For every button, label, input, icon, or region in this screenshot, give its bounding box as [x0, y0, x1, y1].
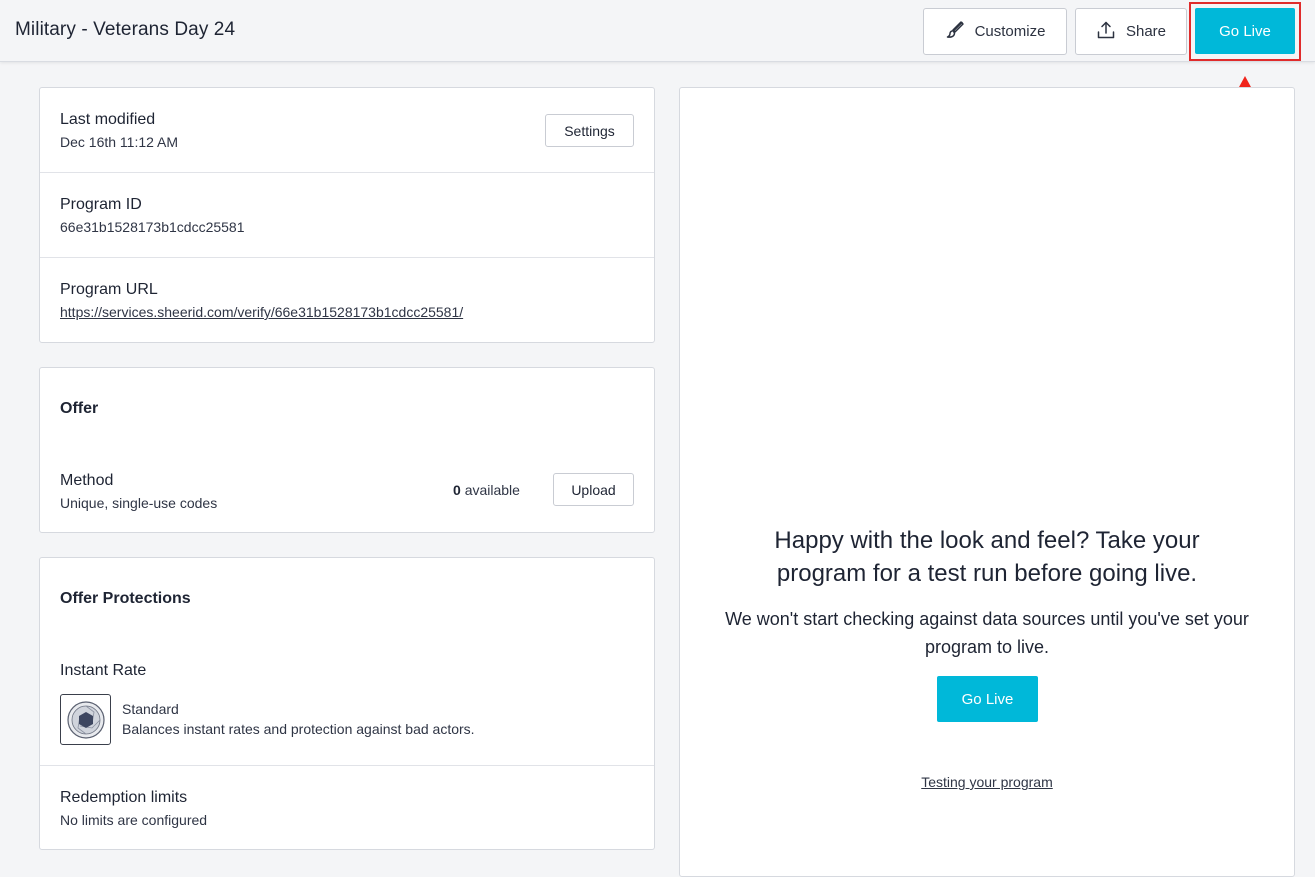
go-live-button-top[interactable]: Go Live [1195, 8, 1295, 54]
preview-panel: Happy with the look and feel? Take your … [679, 87, 1295, 877]
available-count: 0 [453, 482, 461, 498]
redemption-limits-value: No limits are configured [60, 812, 208, 828]
program-url-link[interactable]: https://services.sheerid.com/verify/66e3… [60, 304, 463, 320]
share-label: Share [1125, 23, 1167, 40]
offer-protections-card: Offer Protections Instant Rate Standard … [39, 557, 655, 850]
offer-protections-title: Offer Protections [60, 590, 191, 607]
brush-icon [945, 20, 965, 44]
share-button[interactable]: Share [1075, 8, 1187, 55]
rate-name: Standard [122, 701, 179, 717]
program-url-label: Program URL [60, 281, 158, 298]
program-id-label: Program ID [60, 196, 142, 213]
program-id-value: 66e31b1528173b1cdcc25581 [60, 219, 245, 235]
testing-program-link[interactable]: Testing your program [680, 774, 1294, 790]
upload-button[interactable]: Upload [553, 473, 634, 506]
last-modified-value: Dec 16th 11:12 AM [60, 134, 179, 150]
page-title: Military - Veterans Day 24 [15, 19, 236, 40]
preview-body: We won't start checking against data sou… [725, 609, 1249, 657]
customize-label: Customize [974, 23, 1046, 40]
shield-aperture-icon [60, 694, 111, 745]
top-bar: Military - Veterans Day 24 Customize Sha… [0, 0, 1315, 62]
redemption-limits-label: Redemption limits [60, 789, 188, 806]
available-label: available [464, 482, 520, 498]
method-value: Unique, single-use codes [60, 495, 218, 511]
go-live-button[interactable]: Go Live [937, 676, 1038, 722]
divider [40, 765, 654, 766]
share-upload-icon [1096, 20, 1116, 44]
divider [40, 257, 654, 258]
program-details-card: Last modified Dec 16th 11:12 AM Settings… [39, 87, 655, 343]
instant-rate-label: Instant Rate [60, 662, 147, 679]
rate-description: Balances instant rates and protection ag… [122, 721, 475, 737]
available-count-text: 0 available [453, 482, 520, 498]
settings-button[interactable]: Settings [545, 114, 634, 147]
customize-button[interactable]: Customize [923, 8, 1067, 55]
last-modified-label: Last modified [60, 111, 156, 128]
offer-card: Offer Method Unique, single-use codes 0 … [39, 367, 655, 533]
divider [40, 172, 654, 173]
method-label: Method [60, 472, 114, 489]
offer-title: Offer [60, 400, 99, 417]
preview-headline: Happy with the look and feel? Take your … [774, 527, 1200, 587]
